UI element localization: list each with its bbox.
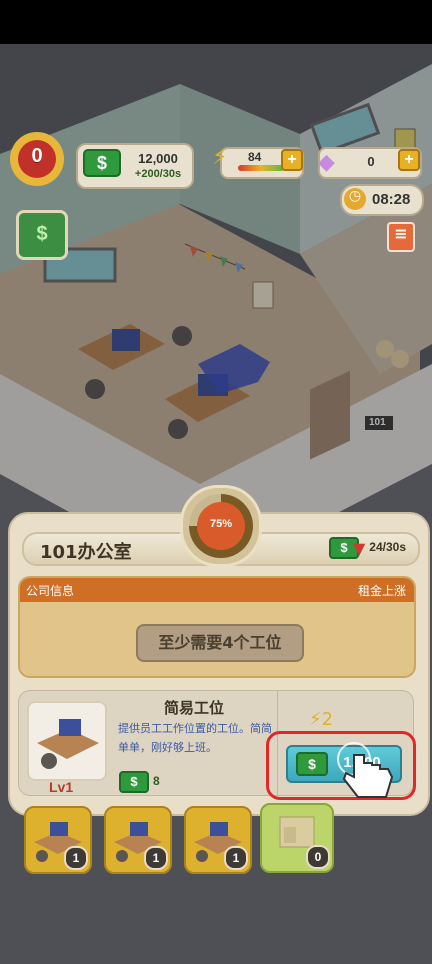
clock-icon: ◷	[344, 188, 366, 210]
requirement-button[interactable]: 至少需要4个工位	[136, 624, 304, 662]
item-name: 简易工位	[163, 699, 224, 717]
cash-reward-button[interactable]: $	[16, 210, 68, 260]
timer: ◷ 08:28	[340, 184, 424, 216]
money-rate: +200/30s	[134, 168, 182, 180]
slot-count: 0	[306, 845, 330, 869]
inventory-slot[interactable]: 1	[104, 806, 172, 874]
progress-value: 75%	[209, 518, 233, 530]
inventory-slot[interactable]: 1	[184, 806, 252, 874]
room-title: 101办公室	[40, 542, 132, 563]
arrow-down-icon: ▼	[352, 538, 366, 558]
company-info-header: 公司信息 租金上涨	[20, 578, 414, 602]
money-counter[interactable]: $ 12,000 +200/30s	[76, 143, 194, 189]
dollar-icon: $	[83, 149, 121, 177]
diamond-icon: ◆	[318, 150, 335, 175]
energy-cost: ⚡2	[309, 709, 333, 730]
lightning-icon: ⚡	[212, 145, 228, 170]
company-info-label: 公司信息	[26, 584, 75, 598]
item-level: Lv1	[49, 779, 74, 795]
inventory-slot-cabinet[interactable]: 0	[260, 803, 334, 873]
menu-button[interactable]: ≡	[387, 222, 415, 252]
energy-value: 84	[248, 150, 262, 164]
inventory-slot[interactable]: 1	[24, 806, 92, 874]
rent-up-label: 租金上涨	[357, 584, 406, 598]
rent-rate-value: 24/30s	[369, 540, 406, 555]
slot-count: 1	[144, 846, 168, 870]
lightning-icon: ⚡	[309, 709, 322, 730]
item-income: $8	[119, 771, 160, 793]
status-bar	[0, 0, 432, 44]
item-description: 提供员工工作位置的工位。简简单单，刚好够上班。	[118, 722, 272, 754]
timer-value: 08:28	[372, 191, 411, 208]
desk-image	[27, 701, 107, 781]
energy-cost-value: 2	[321, 709, 334, 730]
level-value: 0	[31, 145, 43, 167]
level-badge[interactable]: 0	[8, 127, 66, 191]
rent-rate: $ ▼ 24/30s	[328, 537, 406, 559]
slot-count: 1	[224, 846, 248, 870]
gem-value: 0	[367, 154, 375, 169]
money-value: 12,000	[138, 151, 178, 166]
desk-icon	[37, 719, 99, 769]
slot-count: 1	[64, 846, 88, 870]
energy-bar	[238, 165, 284, 171]
pointing-hand-icon	[337, 742, 394, 798]
gem-add-button[interactable]: +	[398, 149, 420, 171]
energy-add-button[interactable]: +	[281, 149, 303, 171]
dollar-icon: $	[119, 771, 149, 793]
item-income-value: 8	[153, 774, 160, 789]
progress-badge: 75%	[180, 485, 262, 567]
